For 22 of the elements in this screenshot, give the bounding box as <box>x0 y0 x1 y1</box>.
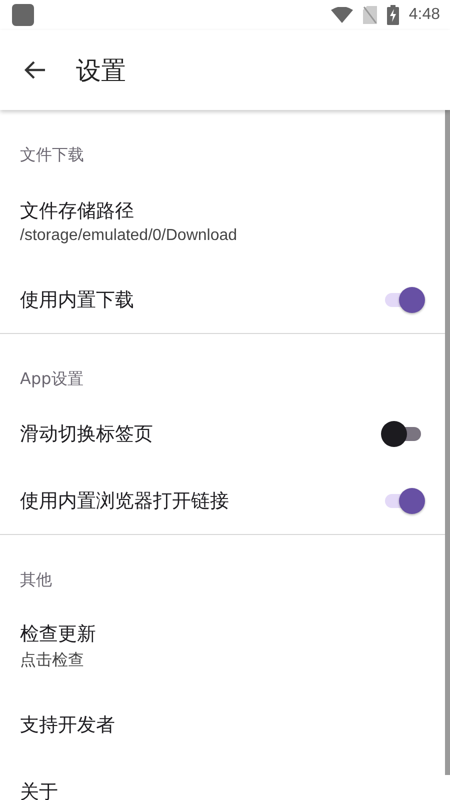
battery-charging-icon <box>386 5 399 25</box>
settings-item[interactable]: 支持开发者 <box>20 712 115 738</box>
section-header: 其他 <box>20 570 52 591</box>
notification-icon <box>12 4 34 26</box>
section-header: 文件下载 <box>20 145 84 166</box>
scrollbar[interactable] <box>445 110 450 775</box>
settings-item[interactable]: 文件存储路径 /storage/emulated/0/Download <box>0 176 445 266</box>
section-header: App设置 <box>20 369 84 390</box>
back-icon[interactable] <box>24 60 46 80</box>
item-title: 使用内置下载 <box>20 288 134 312</box>
item-title: 滑动切换标签页 <box>20 422 153 446</box>
wifi-icon <box>330 7 353 23</box>
item-title: 文件存储路径 <box>20 198 135 224</box>
status-time: 4:48 <box>408 6 440 24</box>
no-sim-icon <box>362 6 377 24</box>
item-title: 检查更新 <box>20 622 97 647</box>
item-subtitle: 点击检查 <box>20 650 85 671</box>
settings-item[interactable]: 关于 <box>20 778 58 800</box>
settings-item[interactable]: 检查更新 点击检查 <box>0 601 445 691</box>
page-title: 设置 <box>76 54 126 86</box>
item-title: 使用内置浏览器打开链接 <box>20 488 229 514</box>
item-subtitle: /storage/emulated/0/Download <box>20 226 238 244</box>
